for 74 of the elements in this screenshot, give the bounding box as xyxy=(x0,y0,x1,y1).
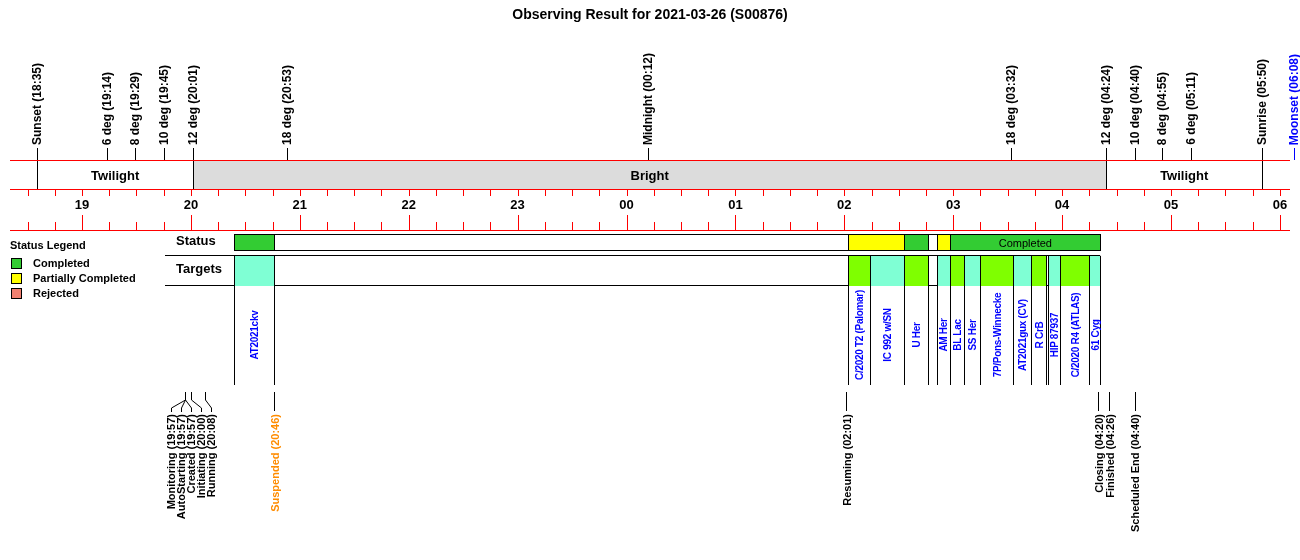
event-tick xyxy=(164,147,165,161)
hour-label: 00 xyxy=(619,197,634,212)
leader-line xyxy=(846,391,847,412)
event-label: Resuming (02:01) xyxy=(841,414,853,506)
legend-label: Completed xyxy=(33,257,90,269)
event-label: 8 deg (04:55) xyxy=(1155,71,1168,145)
event-label: Suspended (20:46) xyxy=(269,414,281,512)
hour-label: 21 xyxy=(292,197,308,212)
target-label: BL Lac xyxy=(952,319,963,351)
event-label: 18 deg (20:53) xyxy=(281,64,294,145)
event-label: 10 deg (19:45) xyxy=(157,64,170,145)
event-label: 8 deg (19:29) xyxy=(128,71,141,145)
legend-label: Rejected xyxy=(33,287,79,299)
event-tick xyxy=(1294,147,1295,161)
target-label: 61 Cyg xyxy=(1090,319,1101,351)
target-label: U Her xyxy=(912,322,922,348)
event-label: Sunset (18:35) xyxy=(30,62,43,145)
leader-line xyxy=(1109,391,1110,412)
event-tick xyxy=(648,147,649,161)
event-tick xyxy=(37,147,38,161)
target-label: AT2021ckv xyxy=(250,310,261,360)
leader-line xyxy=(1098,391,1099,412)
legend-title: Status Legend xyxy=(10,239,86,251)
event-tick xyxy=(1162,147,1163,161)
band-segment: Bright xyxy=(192,161,1107,189)
event-tick xyxy=(135,147,136,161)
event-label: 18 deg (03:32) xyxy=(1005,64,1018,145)
hour-label: 05 xyxy=(1163,197,1179,212)
event-tick xyxy=(193,147,194,161)
hour-label: 06 xyxy=(1272,197,1288,212)
event-label: 12 deg (04:24) xyxy=(1099,64,1112,145)
legend-label: Partially Completed xyxy=(33,272,136,284)
leader-line xyxy=(1135,391,1136,412)
hour-label: 19 xyxy=(74,197,90,212)
event-label: 6 deg (19:14) xyxy=(101,71,114,145)
target-label: AM Her xyxy=(939,318,950,352)
target-label: IC 992 w/SN xyxy=(882,308,893,362)
row-label: Targets xyxy=(176,261,222,276)
status-segment: Completed xyxy=(949,234,1102,251)
event-tick xyxy=(287,147,288,161)
hour-label: 23 xyxy=(510,197,525,212)
row-label: Status xyxy=(176,233,216,248)
event-tick xyxy=(1191,147,1192,161)
event-label: Scheduled End (04:40) xyxy=(1129,414,1141,532)
hour-label: 03 xyxy=(945,197,961,212)
event-tick xyxy=(1011,147,1012,161)
event-label: Sunrise (05:50) xyxy=(1255,58,1268,145)
event-tick xyxy=(1135,147,1136,161)
event-label: Midnight (00:12) xyxy=(642,53,655,145)
event-tick xyxy=(107,147,108,161)
hour-label: 01 xyxy=(728,197,743,212)
hour-label: 04 xyxy=(1054,197,1070,212)
band-segment: Twilight xyxy=(1105,161,1263,189)
target-label: R CrB xyxy=(1034,321,1045,349)
hour-label: 22 xyxy=(401,197,416,212)
target-label: C/2020 R4 (ATLAS) xyxy=(1070,292,1081,378)
leader-line xyxy=(274,391,275,412)
target-label: SS Her xyxy=(968,319,979,351)
leader-line xyxy=(205,391,212,413)
event-label: Finished (04:26) xyxy=(1104,414,1116,498)
event-label: 12 deg (20:01) xyxy=(186,64,199,145)
event-tick xyxy=(1262,147,1263,161)
event-label: Monitoring (19:57) xyxy=(165,414,177,510)
hour-label: 02 xyxy=(837,197,852,212)
event-label: Closing (04:20) xyxy=(1093,414,1105,493)
event-label: 6 deg (05:11) xyxy=(1184,72,1197,145)
event-tick xyxy=(1106,147,1107,161)
target-label: 7P/Pons-Winnecke xyxy=(992,292,1003,378)
target-label: HIP 87937 xyxy=(1049,312,1060,358)
target-label: AT2021gux (CV) xyxy=(1018,299,1029,371)
target-label: C/2020 T2 (Palomar) xyxy=(854,290,865,380)
chart-title: Observing Result for 2021-03-26 (S00876) xyxy=(512,6,788,22)
event-label: 10 deg (04:40) xyxy=(1128,64,1141,145)
hour-label: 20 xyxy=(183,197,199,212)
